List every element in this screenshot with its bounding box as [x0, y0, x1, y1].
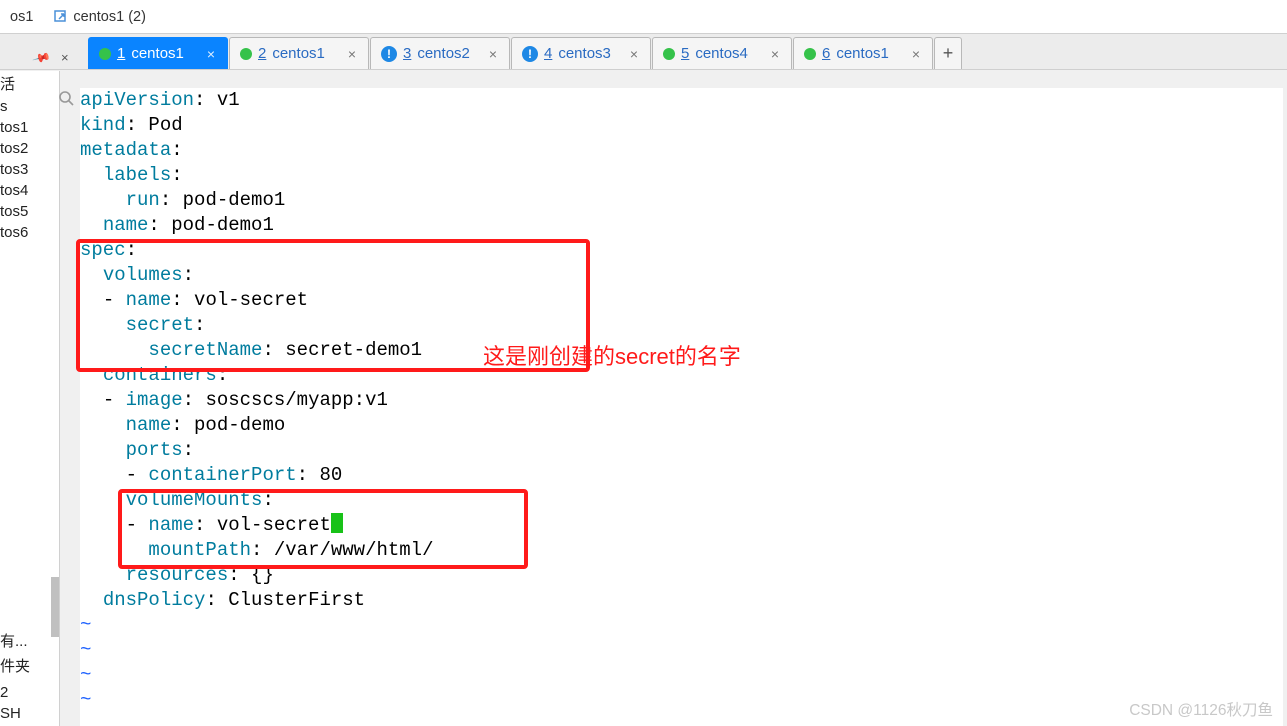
code-line: secret: [80, 313, 1283, 338]
tab-centos2-3[interactable]: ! 3 centos2 × [370, 37, 510, 69]
code-line: mountPath: /var/www/html/ [80, 538, 1283, 563]
code-line: name: pod-demo [80, 413, 1283, 438]
top-tab-strip: os1 centos1 (2) [0, 0, 1287, 34]
code-line: ~ [80, 688, 1283, 713]
sidebar: 活stos1tos2tos3tos4tos5tos6 有...件夹2SH [0, 71, 60, 726]
code-line: - containerPort: 80 [80, 463, 1283, 488]
code-line: secretName: secret-demo1 [80, 338, 1283, 363]
search-icon[interactable] [58, 90, 76, 111]
sidebar-item[interactable]: 活 [0, 71, 59, 96]
tab-number: 1 [117, 45, 125, 62]
sidebar-item[interactable]: 2 [0, 682, 59, 703]
session-tab-bar: 1 centos1 × 2 centos1 ×! 3 centos2 ×! 4 centos… [0, 34, 1287, 70]
sidebar-item[interactable]: 件夹 [0, 653, 59, 678]
code-line: volumes: [80, 263, 1283, 288]
tab-label: centos3 [558, 45, 611, 62]
sidebar-item[interactable]: s [0, 96, 59, 117]
code-line: ports: [80, 438, 1283, 463]
code-editor[interactable]: apiVersion: v1kind: Podmetadata: labels:… [80, 88, 1283, 726]
code-line: - image: soscscs/myapp:v1 [80, 388, 1283, 413]
code-line: - name: vol-secret [80, 513, 1283, 538]
code-line: dnsPolicy: ClusterFirst [80, 588, 1283, 613]
sidebar-item[interactable]: tos4 [0, 180, 59, 201]
cursor [331, 513, 343, 533]
sidebar-item[interactable]: tos6 [0, 222, 59, 243]
sidebar-item[interactable]: tos5 [0, 201, 59, 222]
watermark: CSDN @1126秋刀鱼 [1129, 698, 1273, 720]
shortcut-icon [53, 9, 69, 25]
close-tab-icon[interactable]: × [205, 46, 217, 62]
code-line: spec: [80, 238, 1283, 263]
tab-centos1-1[interactable]: 1 centos1 × [88, 37, 228, 69]
sidebar-item[interactable]: tos1 [0, 117, 59, 138]
status-dot-icon [663, 48, 675, 60]
top-tab-2-label: centos1 (2) [73, 9, 146, 25]
tab-label: centos1 [131, 45, 184, 62]
code-line: name: pod-demo1 [80, 213, 1283, 238]
add-tab-button[interactable]: + [934, 37, 962, 69]
code-line: ~ [80, 663, 1283, 688]
code-line: metadata: [80, 138, 1283, 163]
top-tab-2[interactable]: centos1 (2) [43, 0, 156, 33]
code-line: containers: [80, 363, 1283, 388]
pin-icon[interactable]: 📌 [32, 48, 52, 68]
sidebar-item[interactable]: tos3 [0, 159, 59, 180]
status-dot-icon [804, 48, 816, 60]
tab-label: centos1 [836, 45, 889, 62]
tab-centos3-4[interactable]: ! 4 centos3 × [511, 37, 651, 69]
code-line: labels: [80, 163, 1283, 188]
code-line: run: pod-demo1 [80, 188, 1283, 213]
status-dot-icon [99, 48, 111, 60]
sidebar-item[interactable]: tos2 [0, 138, 59, 159]
sidebar-item[interactable]: SH [0, 703, 59, 724]
tab-centos1-6[interactable]: 6 centos1 × [793, 37, 933, 69]
close-tab-icon[interactable]: × [346, 46, 358, 62]
tab-number: 5 [681, 45, 689, 62]
tab-label: centos4 [695, 45, 748, 62]
alert-icon: ! [381, 46, 397, 62]
close-tab-icon[interactable]: × [910, 46, 922, 62]
close-tab-icon[interactable]: × [628, 46, 640, 62]
tab-number: 2 [258, 45, 266, 62]
pre-tab-controls: 📌 × [34, 50, 69, 65]
close-tab-icon[interactable]: × [487, 46, 499, 62]
status-dot-icon [240, 48, 252, 60]
code-line: - name: vol-secret [80, 288, 1283, 313]
alert-icon: ! [522, 46, 538, 62]
top-tab-1[interactable]: os1 [0, 0, 43, 33]
tab-centos1-2[interactable]: 2 centos1 × [229, 37, 369, 69]
code-line: resources: {} [80, 563, 1283, 588]
tab-label: centos1 [272, 45, 325, 62]
code-line: kind: Pod [80, 113, 1283, 138]
tab-label: centos2 [417, 45, 470, 62]
close-panel-icon[interactable]: × [61, 50, 69, 65]
sidebar-scrollbar[interactable] [51, 577, 59, 637]
code-line: ~ [80, 613, 1283, 638]
code-line: volumeMounts: [80, 488, 1283, 513]
tab-number: 6 [822, 45, 830, 62]
tab-number: 4 [544, 45, 552, 62]
tab-centos4-5[interactable]: 5 centos4 × [652, 37, 792, 69]
code-line: apiVersion: v1 [80, 88, 1283, 113]
code-line: ~ [80, 638, 1283, 663]
tab-number: 3 [403, 45, 411, 62]
close-tab-icon[interactable]: × [769, 46, 781, 62]
